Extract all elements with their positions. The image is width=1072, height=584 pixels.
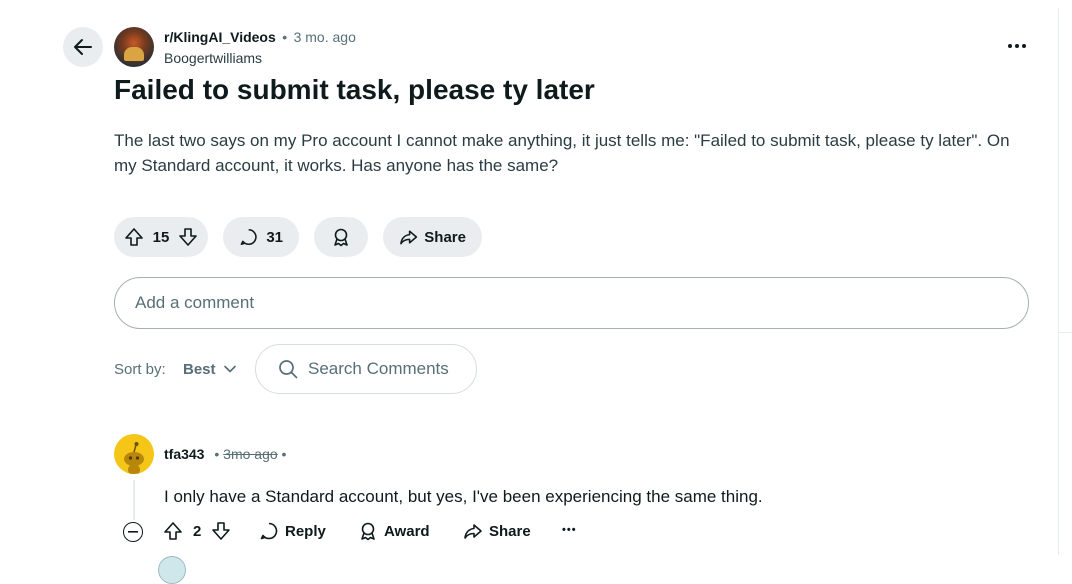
- comment-more-button[interactable]: •••: [562, 524, 577, 536]
- post-body: The last two says on my Pro account I ca…: [114, 131, 1010, 175]
- comment-author[interactable]: tfa343: [164, 446, 204, 462]
- snoo-avatar-icon: [124, 442, 144, 474]
- share-icon: [464, 524, 482, 539]
- comment-age: 3mo ago: [223, 446, 278, 462]
- vote-count: 15: [152, 228, 170, 246]
- post-header: r/KlingAI_Videos • 3 mo. ago: [164, 29, 356, 47]
- award-icon: [334, 228, 348, 247]
- share-icon: [400, 230, 418, 245]
- comment-separator-trailing: •: [281, 446, 287, 462]
- award-label: Award: [384, 522, 430, 540]
- post-author[interactable]: Boogertwilliams: [164, 50, 262, 66]
- collapse-thread-button[interactable]: [123, 522, 143, 542]
- meta-separator: •: [282, 29, 288, 45]
- avatar-figure: [124, 47, 144, 61]
- comment-text: I only have a Standard account, but yes,…: [164, 487, 763, 506]
- right-rail-divider: [1058, 8, 1059, 555]
- sort-label: Sort by:: [114, 361, 166, 378]
- downvote-icon[interactable]: [178, 227, 198, 247]
- right-rail-separator: [1058, 332, 1072, 333]
- share-label: Share: [424, 228, 466, 246]
- back-button[interactable]: [63, 27, 103, 67]
- reply-label: Reply: [285, 522, 326, 540]
- comment-award-button[interactable]: Award: [358, 521, 430, 541]
- downvote-icon[interactable]: [211, 521, 231, 541]
- upvote-icon[interactable]: [163, 521, 183, 541]
- post-more-button[interactable]: [1002, 36, 1032, 56]
- add-comment-input[interactable]: [115, 293, 1028, 313]
- vote-pill: 15: [114, 217, 208, 257]
- thread-line[interactable]: [133, 480, 135, 520]
- reply-button[interactable]: Reply: [259, 521, 326, 541]
- chevron-down-icon: [223, 365, 236, 373]
- comments-button[interactable]: 31: [223, 217, 299, 257]
- next-comment-avatar[interactable]: [158, 556, 186, 584]
- comment-bubble-icon: [240, 228, 257, 246]
- post-age: 3 mo. ago: [293, 29, 356, 45]
- add-comment-box[interactable]: [114, 277, 1029, 329]
- subreddit-avatar[interactable]: [114, 27, 154, 67]
- upvote-icon[interactable]: [124, 227, 144, 247]
- search-comments-box[interactable]: [255, 344, 477, 394]
- comment-vote-group: 2: [163, 521, 231, 541]
- comment-share-button[interactable]: Share: [463, 521, 531, 541]
- award-button[interactable]: [314, 217, 368, 257]
- arrow-left-icon: [74, 39, 92, 55]
- search-comments-input[interactable]: [298, 359, 458, 379]
- reply-bubble-icon: [260, 522, 278, 540]
- comment-share-label: Share: [489, 522, 531, 540]
- comment-vote-count: 2: [193, 522, 202, 540]
- share-button[interactable]: Share: [383, 217, 482, 257]
- sort-value: Best: [183, 360, 216, 378]
- award-icon: [361, 522, 375, 541]
- sort-dropdown[interactable]: Best: [174, 352, 245, 386]
- post-title: Failed to submit task, please ty later: [114, 74, 595, 105]
- search-icon: [279, 360, 298, 379]
- minus-icon: [128, 531, 138, 533]
- comment-separator: •: [214, 446, 220, 462]
- more-horizontal-icon: [1008, 44, 1026, 48]
- comments-count: 31: [266, 228, 283, 246]
- subreddit-link[interactable]: r/KlingAI_Videos: [164, 29, 276, 45]
- comment-header: tfa343 • 3mo ago •: [164, 446, 286, 462]
- comment-avatar[interactable]: [114, 434, 154, 474]
